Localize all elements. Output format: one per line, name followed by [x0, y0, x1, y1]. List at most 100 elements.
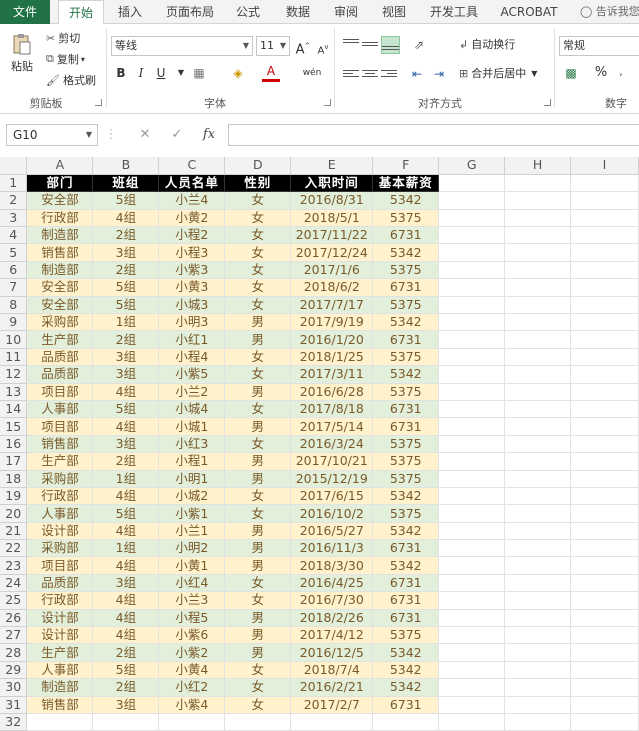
column-header[interactable]: B [92, 157, 160, 175]
decrease-indent-icon[interactable]: ⇤ [408, 65, 426, 83]
cell[interactable]: 入职时间 [290, 174, 374, 193]
cell[interactable]: 人事部 [26, 661, 94, 680]
row-header[interactable]: 25 [0, 591, 28, 610]
cell[interactable] [504, 174, 572, 193]
cell[interactable] [570, 452, 639, 471]
row-header[interactable]: 18 [0, 470, 28, 488]
cell[interactable] [438, 643, 506, 662]
cell[interactable]: 男 [224, 556, 292, 575]
percent-button[interactable]: % [592, 64, 610, 82]
cell[interactable] [570, 174, 639, 193]
copy-button[interactable]: ⧉ 复制 ▾ [46, 51, 85, 67]
tab-file[interactable]: 文件 [0, 0, 50, 24]
cell[interactable]: 女 [224, 348, 292, 367]
cell[interactable]: 5组 [92, 278, 160, 297]
worksheet-table[interactable]: ABCDEFGHI 1 部门 班组 人员名单 性别 入职时间 基本薪资 2 安全部 5组 小兰4 女 2… [0, 157, 639, 731]
cell[interactable] [570, 365, 639, 384]
cell[interactable]: 制造部 [26, 261, 94, 280]
cell[interactable]: 3组 [92, 696, 160, 715]
worksheet-grid[interactable]: ABCDEFGHI 1 部门 班组 人员名单 性别 入职时间 基本薪资 2 安全部 5组 小兰4 女 2… [0, 157, 639, 731]
cell[interactable]: 3组 [92, 365, 160, 384]
cell[interactable]: 女 [224, 435, 292, 454]
cell[interactable]: 小城4 [158, 400, 226, 419]
cell[interactable] [570, 504, 639, 523]
cell[interactable]: 小紫1 [158, 504, 226, 523]
cell[interactable]: 2018/1/25 [290, 348, 374, 367]
cell[interactable] [570, 417, 639, 436]
row-header[interactable]: 14 [0, 400, 28, 419]
cell[interactable]: 女 [224, 278, 292, 297]
cell[interactable]: 小程1 [158, 452, 226, 471]
cell[interactable]: 男 [224, 470, 292, 488]
cell[interactable]: 6731 [372, 417, 440, 436]
row-header[interactable]: 4 [0, 226, 28, 245]
cell[interactable]: 4组 [92, 556, 160, 575]
cell[interactable] [570, 330, 639, 349]
number-format-dropdown[interactable]: 常规 [559, 36, 639, 56]
cell[interactable]: 2016/3/24 [290, 435, 374, 454]
row-header[interactable]: 29 [0, 661, 28, 680]
cell[interactable]: 2016/11/3 [290, 539, 374, 558]
cell[interactable]: 2组 [92, 330, 160, 349]
cell[interactable]: 1组 [92, 470, 160, 488]
cell[interactable]: 男 [224, 452, 292, 471]
cell[interactable]: 6731 [372, 574, 440, 593]
row-header[interactable]: 26 [0, 609, 28, 628]
cell[interactable]: 女 [224, 191, 292, 210]
cell[interactable]: 女 [224, 226, 292, 245]
cell[interactable]: 小城2 [158, 487, 226, 506]
cell[interactable]: 生产部 [26, 452, 94, 471]
cell[interactable]: 2017/2/7 [290, 696, 374, 715]
cell[interactable]: 2016/5/27 [290, 522, 374, 541]
cell[interactable]: 6731 [372, 696, 440, 715]
cell[interactable]: 6731 [372, 400, 440, 419]
column-header[interactable]: F [372, 157, 440, 175]
merge-center-button[interactable]: ⊞ 合并后居中 ▼ [459, 65, 537, 81]
cell[interactable]: 5342 [372, 678, 440, 697]
cell[interactable] [438, 209, 506, 228]
row-header[interactable]: 3 [0, 209, 28, 228]
cell[interactable]: 女 [224, 661, 292, 680]
cell[interactable]: 采购部 [26, 470, 94, 488]
cell[interactable]: 2017/12/24 [290, 243, 374, 262]
cell[interactable] [570, 696, 639, 715]
cell[interactable] [504, 330, 572, 349]
cell[interactable]: 2018/3/30 [290, 556, 374, 575]
cell[interactable]: 2016/6/28 [290, 383, 374, 401]
cell[interactable]: 2017/3/11 [290, 365, 374, 384]
cell[interactable] [438, 383, 506, 401]
tell-me-box[interactable]: ◯ 告诉我您 [580, 0, 639, 24]
cell[interactable]: 2组 [92, 261, 160, 280]
cell[interactable] [438, 696, 506, 715]
cell[interactable] [570, 539, 639, 558]
cell[interactable]: 4组 [92, 487, 160, 506]
cell[interactable]: 5375 [372, 504, 440, 523]
cell[interactable] [438, 522, 506, 541]
align-right-icon[interactable] [381, 68, 397, 82]
cell[interactable]: 销售部 [26, 435, 94, 454]
confirm-icon[interactable]: ✓ [166, 124, 188, 146]
cell[interactable]: 5组 [92, 661, 160, 680]
cell[interactable]: 2018/5/1 [290, 209, 374, 228]
cell[interactable]: 5组 [92, 191, 160, 210]
cell[interactable]: 人员名单 [158, 174, 226, 193]
cell[interactable]: 男 [224, 643, 292, 662]
row-header[interactable]: 9 [0, 313, 28, 332]
cell[interactable]: 5342 [372, 487, 440, 506]
cell[interactable]: 小紫6 [158, 626, 226, 645]
cell[interactable]: 行政部 [26, 487, 94, 506]
cell[interactable]: 部门 [26, 174, 94, 193]
cell[interactable]: 小程3 [158, 243, 226, 262]
cell[interactable]: 3组 [92, 348, 160, 367]
cell[interactable]: 男 [224, 330, 292, 349]
cell[interactable]: 2017/1/6 [290, 261, 374, 280]
cell[interactable]: 3组 [92, 243, 160, 262]
cell[interactable]: 男 [224, 417, 292, 436]
cell[interactable]: 设计部 [26, 522, 94, 541]
cell[interactable]: 男 [224, 383, 292, 401]
cell[interactable]: 设计部 [26, 626, 94, 645]
cell[interactable] [504, 626, 572, 645]
cell[interactable]: 2016/7/30 [290, 591, 374, 610]
cell[interactable] [570, 435, 639, 454]
cell[interactable] [438, 261, 506, 280]
